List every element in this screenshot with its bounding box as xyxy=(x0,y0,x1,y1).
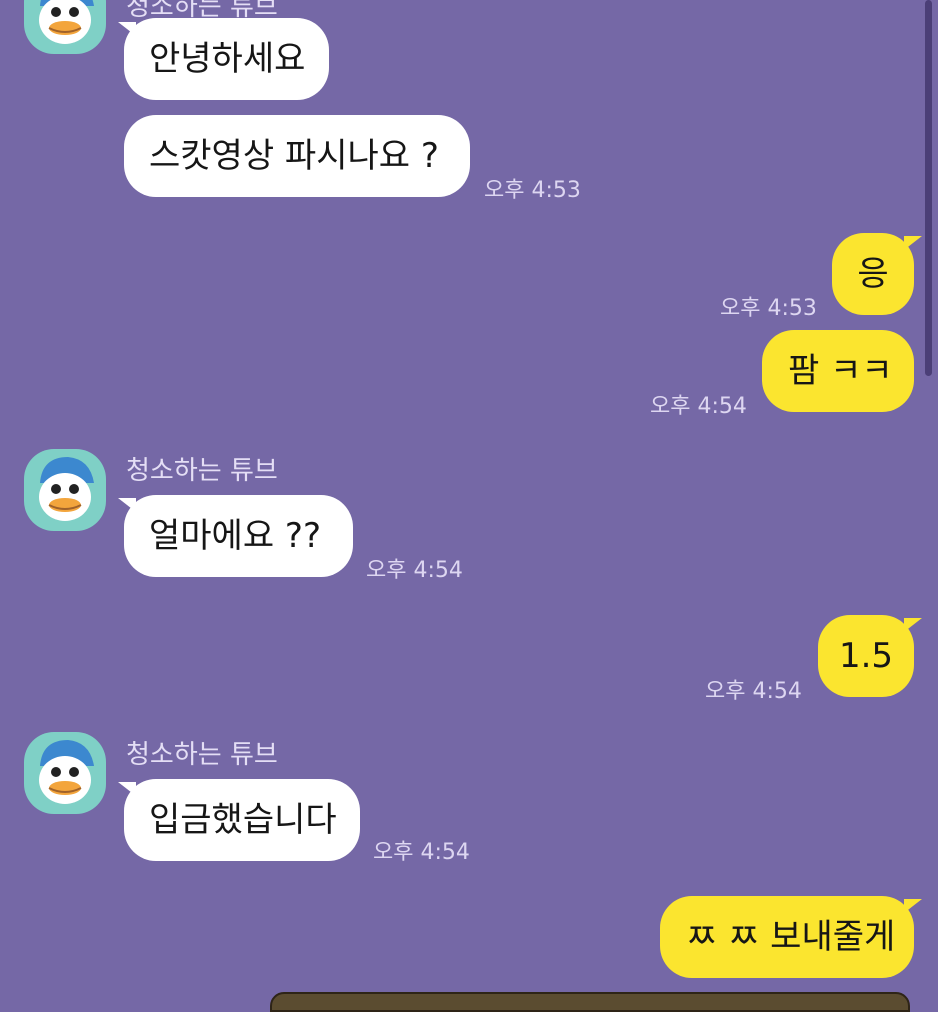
message-bubble[interactable]: 안녕하세요 xyxy=(124,18,329,100)
attachment-preview-edge xyxy=(270,992,910,1012)
partner-avatar[interactable] xyxy=(24,449,106,531)
sender-name: 청소하는 튜브 xyxy=(126,456,278,486)
message-bubble[interactable]: 스캇영상 파시나요 ? xyxy=(124,115,470,197)
message-text: 안녕하세요 xyxy=(149,39,306,79)
message-time: 오후 4:54 xyxy=(705,679,802,704)
partner-avatar[interactable] xyxy=(24,732,106,814)
message-text: 얼마에요 ?? xyxy=(149,516,322,556)
message-text: 입금했습니다 xyxy=(149,800,337,840)
message-bubble[interactable]: 팜 ㅋㅋ xyxy=(762,330,914,412)
partner-avatar[interactable] xyxy=(24,0,106,54)
sender-name: 청소하는 튜브 xyxy=(126,740,278,770)
message-text: ㅉ ㅉ 보내줄게 xyxy=(686,917,896,957)
message-text: 팜 ㅋㅋ xyxy=(788,351,893,391)
tube-character-icon xyxy=(39,0,94,44)
tube-character-icon xyxy=(39,457,94,521)
message-bubble[interactable]: 입금했습니다 xyxy=(124,779,360,861)
message-text: 응 xyxy=(857,254,889,294)
message-time: 오후 4:54 xyxy=(650,394,747,419)
tube-character-icon xyxy=(39,740,94,804)
message-bubble[interactable]: 응 xyxy=(832,233,914,315)
message-time: 오후 4:54 xyxy=(366,558,463,583)
message-bubble[interactable]: ㅉ ㅉ 보내줄게 xyxy=(660,896,914,978)
message-time: 오후 4:53 xyxy=(720,296,817,321)
message-time: 오후 4:54 xyxy=(373,840,470,865)
message-bubble[interactable]: 1.5 xyxy=(818,615,914,697)
message-text: 1.5 xyxy=(838,636,894,676)
scrollbar[interactable] xyxy=(925,0,932,376)
message-time: 오후 4:53 xyxy=(484,178,581,203)
message-text: 스캇영상 파시나요 ? xyxy=(149,136,439,176)
message-bubble[interactable]: 얼마에요 ?? xyxy=(124,495,353,577)
